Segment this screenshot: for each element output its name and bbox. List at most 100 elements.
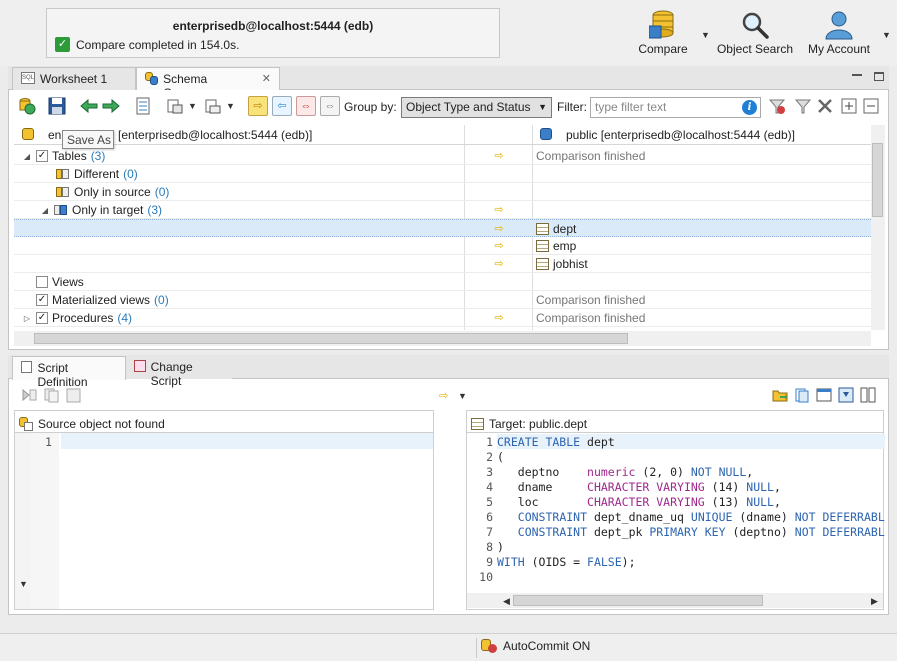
maximize-icon[interactable]: [874, 72, 884, 81]
minimize-icon[interactable]: [852, 74, 862, 76]
expanded-icon[interactable]: ◢: [40, 206, 50, 215]
tables-checkbox[interactable]: ✓: [36, 150, 48, 162]
line-number: 6: [486, 510, 493, 524]
object-search-label: Object Search: [716, 42, 794, 56]
export-dropdown-icon[interactable]: ▼: [188, 101, 197, 111]
expanded-icon[interactable]: ◢: [22, 152, 32, 161]
code-line: loc CHARACTER VARYING (13) NULL,: [497, 495, 781, 509]
target-script-pane[interactable]: Target: public.dept 1 2 3 4 5 6 7 8 9 10…: [466, 410, 885, 610]
scroll-right-icon[interactable]: ▶: [871, 596, 878, 607]
scroll-thumb[interactable]: [513, 595, 763, 606]
compare-tree-grid: en [enterprisedb@localhost:5444 (edb)] p…: [14, 125, 871, 330]
arrow-right-icon: ⇨: [494, 150, 504, 162]
collapsed-icon[interactable]: ▷: [22, 314, 32, 323]
compare-side-by-side-icon[interactable]: [860, 387, 876, 403]
tab-change-script[interactable]: Change Script: [126, 356, 232, 388]
account-dropdown-icon[interactable]: ▼: [882, 30, 891, 40]
filter-objects-dropdown-icon[interactable]: ▼: [226, 101, 235, 111]
source-header-prefix: en: [48, 128, 62, 142]
tree-row-only-in-target[interactable]: ◢ Only in target (3) ⇨: [14, 201, 871, 219]
procedures-checkbox[interactable]: ✓: [36, 312, 48, 324]
save-as-icon[interactable]: [48, 97, 66, 115]
source-vertical-scrollbar[interactable]: ▼: [15, 433, 31, 609]
arrow-right-icon: ⇨: [494, 223, 504, 235]
save-script-icon[interactable]: [838, 387, 854, 403]
tree-row-different[interactable]: Different (0): [14, 165, 871, 183]
sql-editor-icon[interactable]: [816, 387, 832, 403]
tree-row-jobhist[interactable]: ⇨ jobhist: [14, 255, 871, 273]
show-target-toggle[interactable]: ⇔: [296, 96, 316, 116]
my-account-button[interactable]: My Account: [802, 10, 876, 62]
export-icon[interactable]: [166, 97, 184, 115]
autocommit-indicator[interactable]: AutoCommit ON: [481, 639, 590, 653]
target-code[interactable]: 1 2 3 4 5 6 7 8 9 10 CREATE TABLE dept (…: [467, 433, 885, 589]
scroll-thumb[interactable]: [34, 333, 628, 344]
tab-worksheet[interactable]: SQL Worksheet 1: [12, 67, 136, 90]
source-script-pane[interactable]: Source object not found ▼ 1: [14, 410, 434, 610]
code-line: ): [497, 540, 504, 554]
row-label: Tables: [52, 149, 87, 163]
autocommit-text: AutoCommit ON: [503, 639, 591, 653]
change-script-icon: [134, 360, 146, 372]
arrow-right-icon: ⇨: [494, 204, 504, 216]
tab-schema-compare[interactable]: Schema Compare ✕: [136, 67, 280, 100]
target-horizontal-scrollbar[interactable]: ◀ ▶: [467, 593, 883, 608]
tree-row-procedures[interactable]: ▷ ✓ Procedures (4) ⇨ Comparison finished: [14, 309, 871, 327]
tree-row-emp[interactable]: ⇨ emp: [14, 237, 871, 255]
group-by-select[interactable]: Object Type and Status ▼: [401, 97, 552, 118]
copy-right-icon[interactable]: [102, 97, 120, 115]
filter-settings-icon[interactable]: [794, 97, 812, 115]
line-number: 3: [486, 465, 493, 479]
compare-button[interactable]: Compare: [632, 10, 694, 62]
script-icon: [21, 361, 33, 373]
target-db-icon: [540, 128, 552, 143]
filter-input[interactable]: type filter text i: [590, 97, 761, 118]
source-pane-header: Source object not found: [15, 411, 433, 433]
show-different-toggle[interactable]: ⇨: [248, 96, 268, 116]
tree-row-dept[interactable]: ⇨ dept: [14, 219, 871, 237]
tree-row-materialized-views[interactable]: ✓ Materialized views (0) Comparison fini…: [14, 291, 871, 309]
copy-left-icon[interactable]: [80, 97, 98, 115]
show-source-toggle[interactable]: ⇦: [272, 96, 292, 116]
group-by-value: Object Type and Status: [406, 100, 531, 114]
grid-horizontal-scrollbar[interactable]: [14, 331, 871, 346]
collapse-all-icon[interactable]: [862, 97, 880, 115]
table-icon: [536, 240, 549, 252]
close-icon[interactable]: ✕: [262, 72, 271, 91]
info-icon[interactable]: i: [742, 100, 757, 115]
line-number: 8: [486, 540, 493, 554]
tab-script-definition[interactable]: Script Definition: [12, 356, 126, 389]
views-checkbox[interactable]: [36, 276, 48, 288]
my-account-label: My Account: [807, 42, 871, 56]
show-identical-toggle[interactable]: ⇔: [320, 96, 340, 116]
editor-tab-bar: SQL Worksheet 1 Schema Compare ✕: [8, 66, 889, 100]
tools-icon[interactable]: [816, 97, 834, 115]
report-icon[interactable]: [134, 97, 152, 115]
tree-row-tables[interactable]: ◢ ✓ Tables (3) ⇨ Comparison finished: [14, 147, 871, 165]
copy-clipboard-icon[interactable]: [794, 387, 810, 403]
tree-row-only-in-source[interactable]: Only in source (0): [14, 183, 871, 201]
tree-row-views[interactable]: Views: [14, 273, 871, 291]
copy-script-icon[interactable]: [44, 388, 59, 403]
object-search-button[interactable]: Object Search: [716, 10, 794, 62]
magnifier-icon: [742, 12, 769, 39]
expand-all-icon[interactable]: [840, 97, 858, 115]
row-status: Comparison finished: [536, 293, 646, 307]
scroll-down-icon[interactable]: ▼: [19, 579, 28, 589]
materialized-views-checkbox[interactable]: ✓: [36, 294, 48, 306]
compare-refresh-icon[interactable]: [18, 97, 36, 115]
grid-vertical-scrollbar[interactable]: [871, 125, 885, 330]
compare-label: Compare: [638, 42, 688, 56]
direction-dropdown-icon[interactable]: ▼: [458, 391, 467, 401]
row-count: (4): [117, 311, 133, 325]
scroll-thumb[interactable]: [872, 143, 883, 217]
object-name: dept: [553, 222, 577, 236]
sql-open-icon[interactable]: [66, 388, 81, 403]
clear-filter-icon[interactable]: [768, 97, 786, 115]
database-compare-icon: [649, 10, 674, 39]
open-folder-icon[interactable]: [772, 387, 788, 403]
compare-dropdown-icon[interactable]: ▼: [701, 30, 710, 40]
apply-icon[interactable]: [22, 388, 37, 403]
scroll-left-icon[interactable]: ◀: [503, 596, 510, 607]
filter-objects-icon[interactable]: [204, 97, 222, 115]
